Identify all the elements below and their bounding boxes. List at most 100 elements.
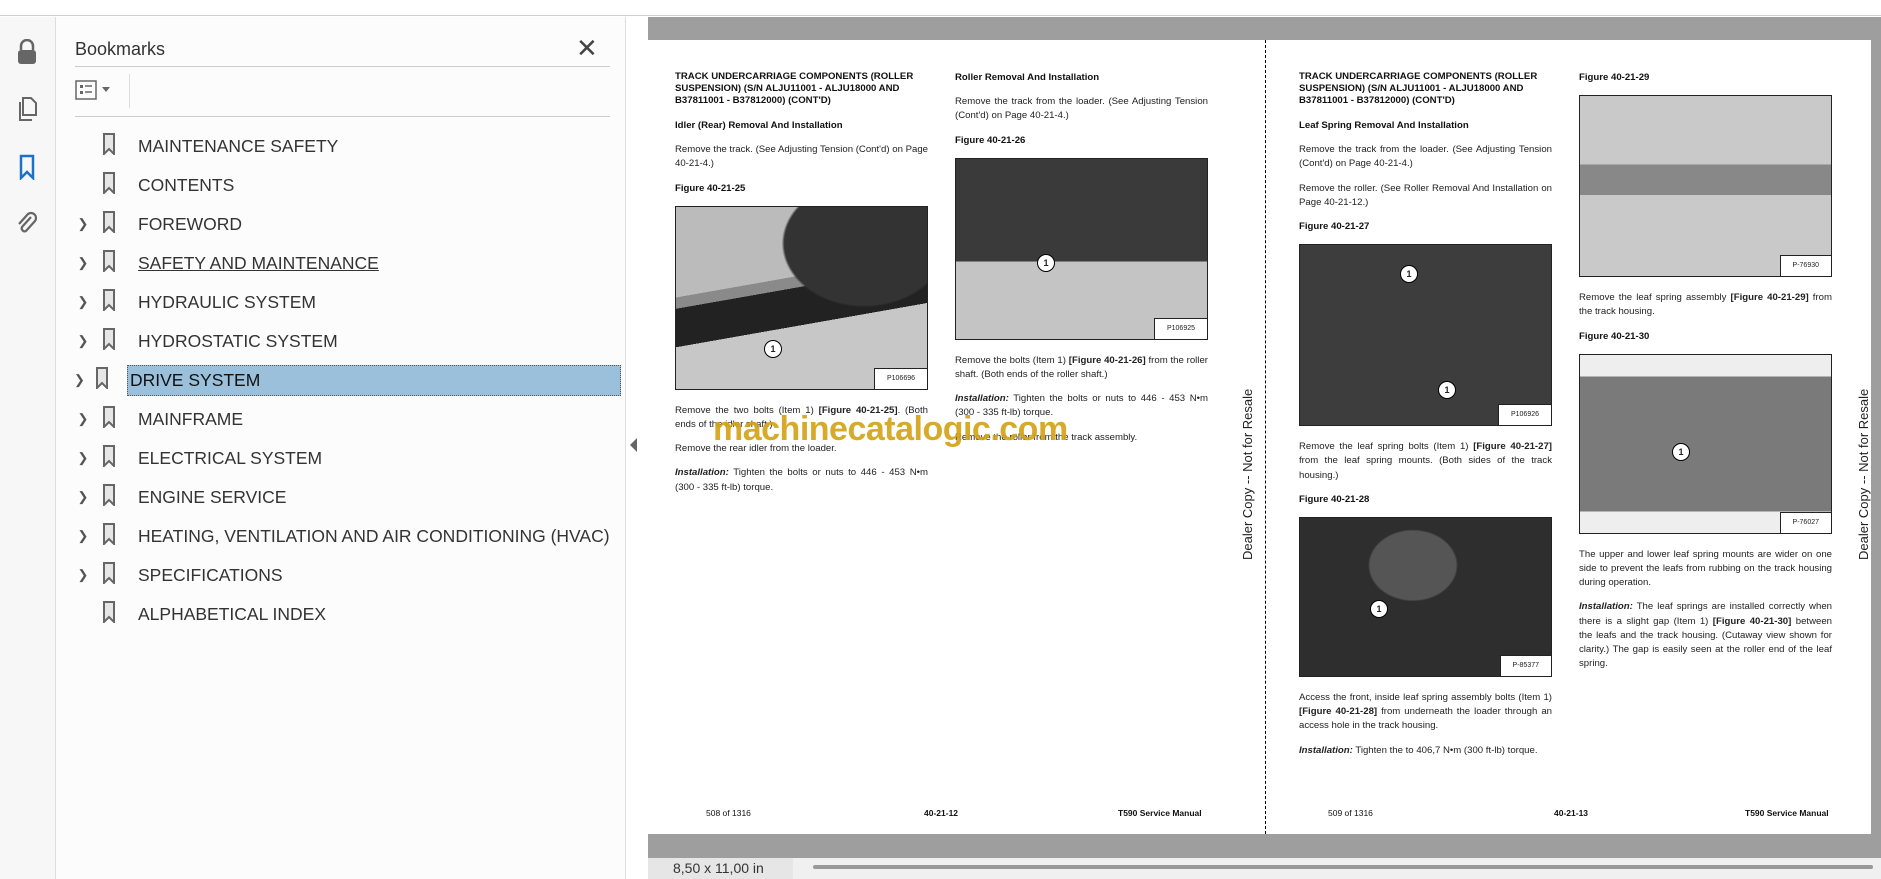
pdf-page-509: TRACK UNDERCARRIAGE COMPONENTS (ROLLER S… <box>1265 40 1871 834</box>
bookmark-label: DRIVE SYSTEM <box>127 364 621 396</box>
footer-section-code: 40-21-13 <box>1554 808 1589 818</box>
bookmark-item[interactable]: CONTENTS <box>56 168 621 202</box>
lock-icon[interactable] <box>12 37 42 67</box>
bookmark-item[interactable]: MAINTENANCE SAFETY <box>56 129 621 163</box>
chevron-right-icon[interactable]: ❯ <box>72 294 94 310</box>
footer-section-code: 40-21-12 <box>924 808 959 818</box>
subheading: Leaf Spring Removal And Installation <box>1299 120 1469 131</box>
panel-title: Bookmarks <box>75 39 166 59</box>
bookmark-item[interactable]: ❯ HYDROSTATIC SYSTEM <box>56 324 621 358</box>
chevron-right-icon[interactable]: ❯ <box>72 216 94 232</box>
bookmark-label: FOREWORD <box>138 213 243 234</box>
bookmark-item[interactable]: ❯ HEATING, VENTILATION AND AIR CONDITIONI… <box>56 519 621 553</box>
top-toolbar <box>0 0 1881 16</box>
bookmark-label: SAFETY AND MAINTENANCE <box>138 252 379 273</box>
paragraph: Access the front, inside leaf spring ass… <box>1299 692 1552 732</box>
figure-caption: Figure 40-21-27 <box>1299 221 1370 233</box>
site-watermark: machinecatalogic.com <box>713 410 1068 448</box>
bookmark-icon <box>102 210 118 238</box>
dealer-copy-watermark: Dealer Copy -- Not for Resale <box>1856 388 1871 560</box>
section-heading: TRACK UNDERCARRIAGE COMPONENTS (ROLLER S… <box>675 71 914 106</box>
chevron-right-icon[interactable]: ❯ <box>72 411 94 427</box>
bookmark-item[interactable]: ❯ ENGINE SERVICE <box>56 480 621 514</box>
bookmark-label: MAINFRAME <box>138 408 243 429</box>
figure-caption: Figure 40-21-29 <box>1579 72 1650 83</box>
figure-code: P-85377 <box>1499 654 1551 677</box>
bookmark-item[interactable]: ❯ ELECTRICAL SYSTEM <box>56 441 621 475</box>
figure-code: P106696 <box>873 367 927 389</box>
chevron-right-icon[interactable]: ❯ <box>72 489 94 505</box>
bookmark-icon <box>102 522 118 550</box>
section-heading: TRACK UNDERCARRIAGE COMPONENTS (ROLLER S… <box>1299 71 1538 106</box>
callout: 1 <box>764 339 782 358</box>
bookmark-label: ELECTRICAL SYSTEM <box>138 447 323 468</box>
chevron-right-icon[interactable]: ❯ <box>72 333 94 349</box>
divider <box>75 116 610 117</box>
bookmark-item[interactable]: ❯ HYDRAULIC SYSTEM <box>56 285 621 319</box>
chevron-right-icon[interactable]: ❯ <box>72 450 94 466</box>
chevron-right-icon[interactable]: ❯ <box>72 567 94 583</box>
close-icon[interactable]: ✕ <box>576 33 598 64</box>
bookmark-panel-icon[interactable] <box>12 152 42 182</box>
status-bar: 8,50 x 11,00 in <box>648 858 1881 879</box>
bookmark-label: HYDROSTATIC SYSTEM <box>138 330 338 351</box>
footer-manual-title: T590 Service Manual <box>1118 808 1202 818</box>
bookmark-icon <box>102 171 118 199</box>
bookmark-icon <box>102 561 118 589</box>
divider <box>75 66 610 67</box>
bookmark-icon <box>102 249 118 277</box>
footer-page-number: 508 of 1316 <box>706 808 751 818</box>
bookmark-item[interactable]: ❯ MAINFRAME <box>56 402 621 436</box>
paragraph: Remove the leaf spring bolts (Item 1) [F… <box>1299 441 1552 481</box>
bookmark-label: ALPHABETICAL INDEX <box>138 603 327 624</box>
footer-manual-title: T590 Service Manual <box>1745 808 1829 818</box>
paragraph: Remove the leaf spring assembly [Figure … <box>1579 292 1832 318</box>
dealer-copy-watermark: Dealer Copy -- Not for Resale <box>1240 388 1255 560</box>
callout: 1 <box>1370 600 1388 619</box>
callout: 1 <box>1037 253 1055 272</box>
figure-caption: Figure 40-21-25 <box>675 182 746 194</box>
bookmark-icon <box>102 132 118 160</box>
bookmark-icon <box>95 366 109 394</box>
paragraph: Installation: Tighten the to 406,7 N•m (… <box>1299 744 1538 756</box>
footer-page-number: 509 of 1316 <box>1328 808 1373 818</box>
page-size-readout: 8,50 x 11,00 in <box>648 858 793 879</box>
paragraph: Remove the bolts (Item 1) [Figure 40-21-… <box>955 354 1208 381</box>
paragraph: Remove the track from the loader. (See A… <box>955 96 1208 122</box>
bookmark-label: MAINTENANCE SAFETY <box>138 135 339 156</box>
bookmark-label: HYDRAULIC SYSTEM <box>138 291 316 312</box>
bookmark-item[interactable]: ALPHABETICAL INDEX <box>56 597 621 631</box>
horizontal-scrollbar[interactable] <box>813 865 1873 869</box>
figure-code: P-76930 <box>1779 255 1831 277</box>
chevron-right-icon[interactable]: ❯ <box>72 255 94 271</box>
bookmark-item[interactable]: ❯ SAFETY AND MAINTENANCE <box>56 246 621 280</box>
bookmark-icon <box>102 405 118 433</box>
divider <box>129 74 130 108</box>
figure-image: 1 P106696 <box>675 205 928 390</box>
chevron-down-icon <box>102 87 110 92</box>
bookmark-icon <box>102 483 118 511</box>
figure-caption: Figure 40-21-30 <box>1579 330 1650 342</box>
bookmark-label: SPECIFICATIONS <box>138 564 283 585</box>
chevron-right-icon[interactable]: ❯ <box>72 372 87 388</box>
bookmark-icon <box>102 600 118 628</box>
paragraph: Remove the track from the loader. (See A… <box>1299 144 1552 170</box>
bookmark-label: CONTENTS <box>138 174 235 195</box>
figure-code: P106925 <box>1153 317 1207 339</box>
page-thumbnails-icon[interactable] <box>12 94 42 124</box>
bookmark-item[interactable]: ❯ FOREWORD <box>56 207 621 241</box>
chevron-right-icon[interactable]: ❯ <box>72 528 94 544</box>
paragraph: Installation: The leaf springs are insta… <box>1579 601 1833 670</box>
attachment-icon[interactable] <box>12 209 42 239</box>
collapse-panel-arrow-icon[interactable] <box>630 438 637 452</box>
subheading: Roller Removal And Installation <box>955 72 1100 83</box>
bookmark-options-button[interactable] <box>75 80 110 100</box>
figure-caption: Figure 40-21-28 <box>1299 493 1370 505</box>
bookmarks-panel: Bookmarks ✕ MAINTENANCE SAFETY CONTENTS ❯ F… <box>56 17 626 879</box>
callout: 1 <box>1672 442 1690 461</box>
bookmark-item[interactable]: ❯ SPECIFICATIONS <box>56 558 621 592</box>
paragraph: Installation: Tighten the bolts or nuts … <box>675 467 928 493</box>
figure-image: 1 P-76027 <box>1579 353 1832 534</box>
bookmark-item[interactable]: ❯ DRIVE SYSTEM <box>56 363 621 397</box>
figure-code: P106926 <box>1497 404 1551 426</box>
